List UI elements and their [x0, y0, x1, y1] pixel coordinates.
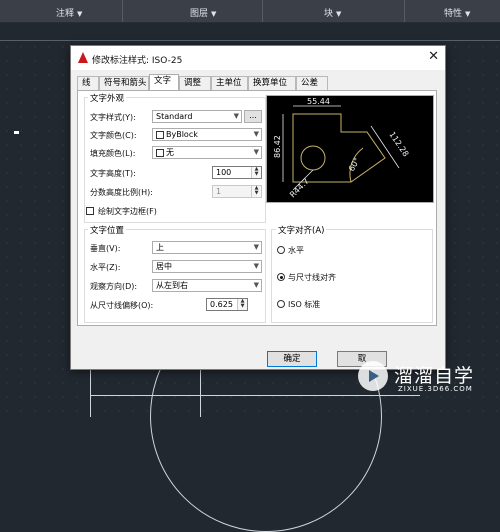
ribbon-panel-block[interactable]: 块 ▼: [324, 6, 341, 19]
text-color-value: ByBlock: [166, 130, 198, 139]
ribbon-divider: [262, 0, 263, 22]
offset-input[interactable]: 0.625 ▲ ▼: [206, 298, 248, 311]
text-style-select[interactable]: Standard ▼: [152, 110, 242, 123]
align-with-dimline-radio[interactable]: [277, 273, 285, 281]
text-height-spinner[interactable]: ▲ ▼: [251, 167, 261, 178]
color-swatch-icon: [156, 148, 164, 157]
ok-button[interactable]: 确定: [267, 351, 317, 367]
text-style-label: 文字样式(Y):: [90, 113, 136, 122]
chevron-down-icon: ▼: [465, 10, 471, 18]
align-iso-standard-radio[interactable]: [277, 300, 285, 308]
preview-dim-top: 55.44: [307, 97, 330, 106]
vertical-label: 垂直(V):: [90, 244, 121, 253]
tab-text[interactable]: 文字: [149, 74, 179, 91]
text-appearance-group-title: 文字外观: [88, 92, 127, 104]
crosshair-cursor: [14, 131, 19, 134]
text-color-label: 文字颜色(C):: [90, 131, 137, 140]
view-direction-select[interactable]: 从左到右 ▼: [152, 279, 262, 292]
fill-color-select[interactable]: 无 ▼: [152, 146, 262, 159]
preview-dim-left: 86.42: [273, 135, 282, 158]
canvas-top-edge: [0, 40, 500, 41]
horizontal-value: 居中: [156, 262, 172, 271]
ribbon-panel-bar: 注释 ▼ 图层 ▼ 块 ▼ 特性 ▼: [0, 0, 500, 23]
draw-frame-label: 绘制文字边框(F): [98, 207, 157, 216]
offset-spinner[interactable]: ▲ ▼: [237, 299, 247, 310]
spin-down-icon[interactable]: ▼: [238, 304, 247, 309]
fraction-height-scale-value: 1: [216, 187, 222, 196]
horizontal-select[interactable]: 居中 ▼: [152, 260, 262, 273]
close-icon[interactable]: ✕: [428, 49, 439, 64]
chevron-down-icon: ▼: [253, 130, 259, 138]
dialog-title: 修改标注样式: ISO-25: [92, 56, 183, 66]
ribbon-panel-properties[interactable]: 特性 ▼: [444, 6, 470, 19]
draw-frame-checkbox[interactable]: [86, 207, 94, 215]
horizontal-label: 水平(Z):: [90, 263, 121, 272]
fraction-height-scale-spinner: ▲ ▼: [251, 186, 261, 197]
text-style-value: Standard: [156, 112, 193, 121]
tab-fit[interactable]: 调整: [179, 76, 211, 90]
preview-dim-radius: R44.7: [288, 177, 311, 200]
align-with-dimline-label: 与尺寸线对齐: [288, 273, 336, 282]
text-height-input[interactable]: 100 ▲ ▼: [212, 166, 262, 179]
watermark-title: 溜溜自学: [394, 365, 475, 387]
chevron-down-icon: ▼: [233, 112, 239, 120]
tab-alternate-units[interactable]: 换算单位: [248, 76, 296, 90]
ribbon-divider: [122, 0, 123, 22]
text-height-value: 100: [216, 168, 232, 177]
chevron-down-icon: ▼: [253, 262, 259, 270]
ribbon-panel-annotation-label: 注释: [56, 9, 75, 19]
text-placement-group-title: 文字位置: [88, 224, 127, 236]
preview-drawing: 55.44 86.42 112.28 60° R44.7: [273, 97, 410, 200]
ribbon-panel-block-label: 块: [324, 9, 334, 19]
chevron-down-icon: ▼: [211, 10, 217, 18]
offset-label: 从尺寸线偏移(O):: [90, 301, 154, 310]
ribbon-panel-layers-label: 图层: [190, 9, 209, 19]
align-horizontal-label: 水平: [288, 246, 304, 255]
chevron-down-icon: ▼: [253, 281, 259, 289]
drawing-line: [90, 368, 91, 417]
color-swatch-icon: [156, 130, 164, 139]
vertical-value: 上: [156, 243, 164, 252]
dialog-titlebar[interactable]: 修改标注样式: ISO-25 ✕: [71, 46, 445, 70]
fraction-height-scale-label: 分数高度比例(H):: [90, 188, 153, 197]
text-alignment-group-title: 文字对齐(A): [276, 224, 327, 236]
ribbon-panel-layers[interactable]: 图层 ▼: [190, 6, 216, 19]
chevron-down-icon: ▼: [77, 10, 83, 18]
preview-dim-right: 112.28: [387, 130, 410, 158]
site-watermark: 溜溜自学 ZIXUE.3D66.COM: [352, 357, 500, 417]
play-logo-icon: [358, 361, 388, 391]
fill-color-value: 无: [166, 148, 174, 157]
text-color-select[interactable]: ByBlock ▼: [152, 128, 262, 141]
text-style-browse-button[interactable]: ...: [244, 110, 262, 123]
autocad-logo-icon: [78, 52, 88, 63]
vertical-select[interactable]: 上 ▼: [152, 241, 262, 254]
preview-hole: [300, 145, 326, 171]
ribbon-panel-properties-label: 特性: [444, 9, 463, 19]
modify-dimension-style-dialog: 修改标注样式: ISO-25 ✕ 线 符号和箭头 文字 调整 主单位 换算单位 …: [70, 45, 446, 370]
view-direction-label: 观察方向(D):: [90, 282, 138, 291]
preview-dim-angle: 60°: [347, 156, 362, 173]
offset-value: 0.625: [210, 300, 233, 309]
ribbon-divider: [404, 0, 405, 22]
view-direction-value: 从左到右: [156, 281, 188, 290]
tab-symbols-arrows[interactable]: 符号和箭头: [99, 76, 149, 90]
watermark-subtitle: ZIXUE.3D66.COM: [398, 385, 473, 393]
chevron-down-icon: ▼: [253, 148, 259, 156]
ribbon-panel-annotation[interactable]: 注释 ▼: [56, 6, 82, 19]
align-iso-standard-label: ISO 标准: [288, 300, 321, 309]
dimension-preview: 55.44 86.42 112.28 60° R44.7: [266, 95, 434, 203]
spin-down-icon[interactable]: ▼: [252, 172, 261, 177]
fraction-height-scale-input: 1 ▲ ▼: [212, 185, 262, 198]
tab-primary-units[interactable]: 主单位: [211, 76, 248, 90]
spin-down-icon: ▼: [254, 190, 259, 196]
chevron-down-icon: ▼: [253, 243, 259, 251]
tab-tolerances[interactable]: 公差: [296, 76, 328, 90]
fill-color-label: 填充颜色(L):: [90, 149, 136, 158]
tab-lines[interactable]: 线: [77, 76, 99, 90]
chevron-down-icon: ▼: [336, 10, 342, 18]
align-horizontal-radio[interactable]: [277, 246, 285, 254]
text-height-label: 文字高度(T):: [90, 169, 136, 178]
play-triangle-icon: [369, 370, 379, 382]
